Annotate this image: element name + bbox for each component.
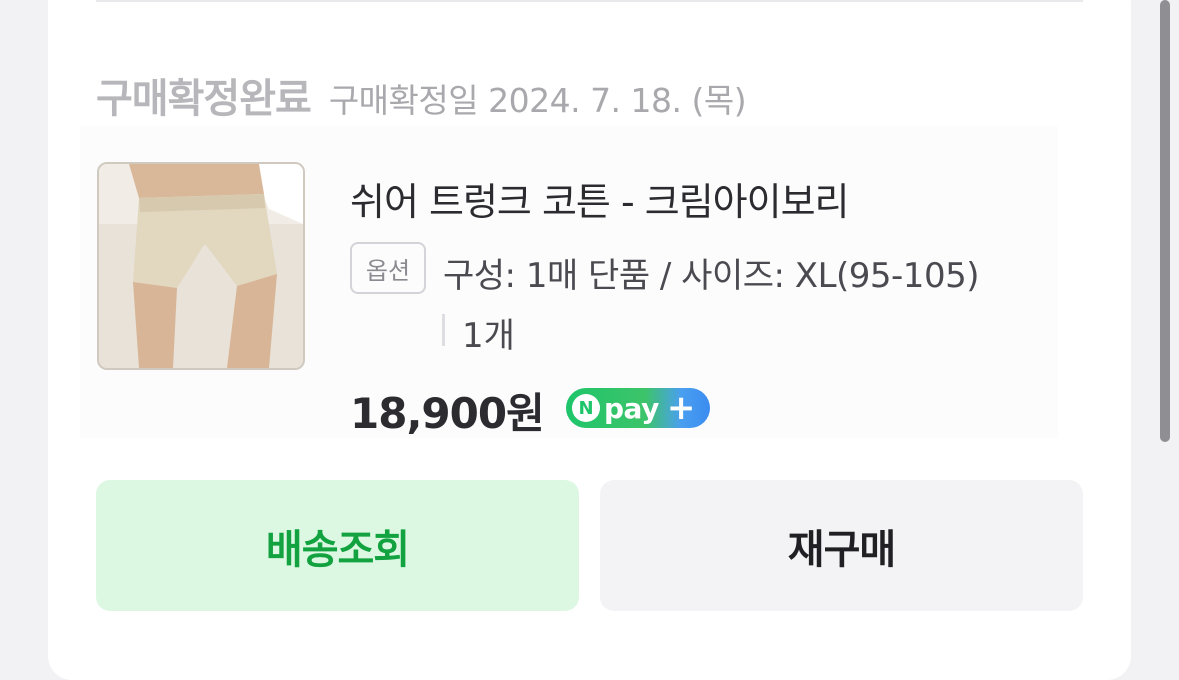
plus-icon: + <box>666 388 696 428</box>
order-status-title: 구매확정완료 <box>96 76 312 122</box>
quantity-divider <box>442 314 445 346</box>
npay-n-icon: N <box>572 394 600 422</box>
option-text: 구성: 1매 단품 / 사이즈: XL(95-105) <box>443 256 979 296</box>
npay-label: pay <box>604 391 659 425</box>
product-thumbnail[interactable] <box>97 162 305 370</box>
product-name[interactable]: 쉬어 트렁크 코튼 - 크림아이보리 <box>350 171 850 226</box>
product-image <box>99 164 303 368</box>
purchase-confirm-date: 구매확정일 2024. 7. 18. (목) <box>328 81 747 120</box>
rebuy-button[interactable]: 재구매 <box>600 480 1083 611</box>
scrollbar[interactable] <box>1160 0 1170 442</box>
product-item[interactable]: 쉬어 트렁크 코튼 - 크림아이보리 옵션 구성: 1매 단품 / 사이즈: X… <box>80 126 1058 438</box>
track-delivery-button[interactable]: 배송조회 <box>96 480 579 611</box>
quantity-text: 1개 <box>462 316 515 356</box>
divider <box>96 0 1083 2</box>
npay-plus-badge: N pay + <box>566 388 710 428</box>
order-status-row: 구매확정완료 구매확정일 2024. 7. 18. (목) <box>96 66 747 124</box>
option-badge: 옵션 <box>350 242 426 294</box>
product-price: 18,900원 <box>350 389 545 438</box>
